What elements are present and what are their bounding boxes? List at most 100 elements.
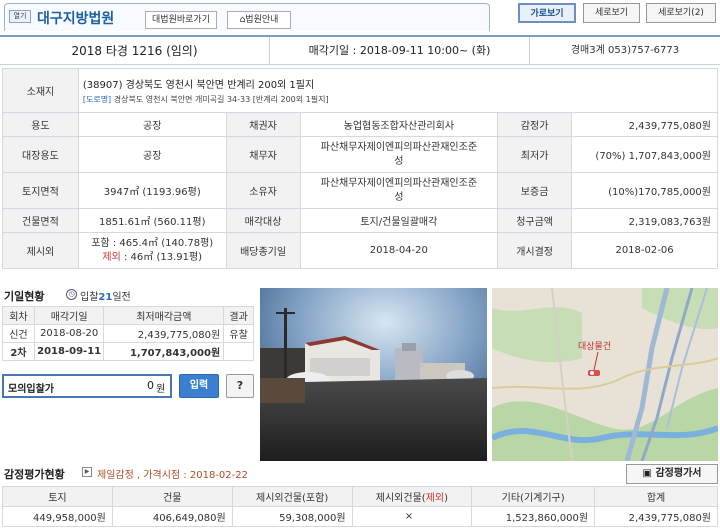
debtor-value: 파산채무자제이엔피의파산관재인조준성 [299, 136, 499, 173]
history-round: 신건 [2, 324, 35, 343]
view-badge[interactable]: 열기 [9, 10, 31, 23]
chevron-right-icon[interactable]: ▶ [82, 467, 92, 477]
tab-vertical-view[interactable]: 세로보기 [583, 3, 640, 23]
appraisal-excl-tag: 제외 [425, 493, 445, 504]
minimum-price-amount: 1,707,843,000원 [628, 151, 711, 162]
appraisal-machinery-value: 1,523,860,000원 [471, 506, 596, 527]
commencement-value: 2018-02-06 [571, 232, 718, 269]
history-amount: 1,707,843,000원 [103, 342, 225, 361]
location-address: (38907) 경상북도 영천시 북안면 반계리 200외 1필지 [82, 80, 315, 91]
extra-excluded: 제외 : 46㎡ (13.91평) [79, 251, 226, 265]
header: 열기 대구지방법원 대법원바로가기 ⌂법원안내 가로보기 세로보기 세로보기(2… [0, 0, 720, 32]
dday-suffix: 일전 [112, 292, 131, 303]
history-result: 유찰 [223, 324, 254, 343]
history-header-row: 회차 매각기일 최저매각금액 결과 [2, 306, 254, 325]
tab-horizontal-view[interactable]: 가로보기 [518, 3, 576, 23]
table-row: 2차 2018-09-11 1,707,843,000원 [2, 342, 254, 361]
appraisal-col-building: 건물 [111, 486, 233, 507]
property-photo-image [260, 288, 487, 461]
deposit-label: 보증금 [497, 172, 573, 209]
history-date: 2018-09-11 [33, 342, 105, 361]
appraisal-building-value: 406,649,080원 [111, 506, 233, 527]
court-brand-box: 열기 대구지방법원 대법원바로가기 ⌂법원안내 [4, 3, 490, 31]
location-map-image: 대상물건 [492, 288, 718, 461]
history-col-date: 매각기일 [33, 306, 105, 325]
appraisal-col-machinery: 기타(기계기구) [471, 486, 596, 507]
usage-value: 공장 [77, 112, 227, 137]
appraisal-land-value: 449,958,000원 [2, 506, 113, 527]
appraisal-col-total: 합계 [594, 486, 718, 507]
clock-icon: ◷ [66, 289, 77, 300]
building-area-label: 건물면적 [2, 208, 79, 233]
property-photo[interactable] [260, 288, 487, 461]
minimum-price-label: 최저가 [497, 136, 573, 173]
map-target-label: 대상물건 [578, 341, 611, 352]
tab-vertical-view-2[interactable]: 세로보기(2) [646, 3, 716, 23]
table-row: 신건 2018-08-20 2,439,775,080원 유찰 [2, 324, 254, 343]
appraisal-col-extra-incl: 제시외건물(포함) [231, 486, 353, 507]
court-guide-link[interactable]: ⌂법원안내 [227, 11, 291, 29]
location-map[interactable]: 대상물건 [492, 288, 718, 461]
dday-prefix: 입찰 [80, 292, 99, 303]
appraisal-price-label: 감정가 [497, 112, 573, 137]
land-area-label: 토지면적 [2, 172, 79, 209]
register-usage-value: 공장 [77, 136, 227, 173]
excluded-value: : 46㎡ (13.91평) [120, 251, 203, 263]
dividend-deadline-label: 배당종기일 [225, 232, 301, 269]
building-area-value: 1851.61㎡ (560.11평) [77, 208, 227, 233]
mock-bid-input[interactable]: 0 [74, 379, 154, 392]
appraisal-total-value: 2,439,775,080원 [594, 506, 718, 527]
mock-bid-unit: 원 [156, 384, 166, 395]
appraisal-price-value: 2,439,775,080원 [571, 112, 718, 137]
document-icon: ▣ [642, 468, 652, 479]
creditor-value: 농업협동조합자산관리회사 [299, 112, 499, 137]
extra-included: 포함 : 465.4㎡ (140.78평) [91, 237, 214, 249]
register-usage-label: 대장용도 [2, 136, 79, 173]
sale-target-label: 매각대상 [225, 208, 301, 233]
excluded-tag: 제외 [102, 251, 121, 263]
road-address: [도로명] 경상북도 영천시 북안면 개미곡길 34-33 [반계리 200외 … [79, 94, 717, 105]
deposit-value: (10%)170,785,000원 [571, 172, 718, 209]
dividend-deadline-value: 2018-04-20 [299, 232, 499, 269]
sale-target-value: 토지/건물일괄매각 [299, 208, 499, 233]
table-row: 토지면적 3947㎡ (1193.96평) 소유자 파산채무자제이엔피의파산관재… [2, 172, 718, 209]
history-round: 2차 [2, 342, 35, 361]
mock-bid-submit-button[interactable]: 입력 [179, 374, 219, 398]
owner-label: 소유자 [225, 172, 301, 209]
history-col-amount: 최저매각금액 [103, 306, 225, 325]
history-title: 기일현황 [4, 290, 45, 303]
table-row: 대장용도 공장 채무자 파산채무자제이엔피의파산관재인조준성 최저가 (70%)… [2, 136, 718, 173]
history-amount: 2,439,775,080원 [103, 324, 225, 343]
case-info-bar: 2018 타경 1216 (임의) 매각기일 : 2018-09-11 10:0… [0, 35, 720, 65]
owner-value: 파산채무자제이엔피의파산관재인조준성 [299, 172, 499, 209]
extra-value: 포함 : 465.4㎡ (140.78평) 제외 : 46㎡ (13.91평) [77, 232, 227, 269]
mock-bid-field[interactable]: 모의입찰가 0 원 [2, 374, 172, 398]
help-button[interactable]: ? [226, 374, 254, 398]
extra-label: 제시외 [2, 232, 79, 269]
location-cell: (38907) 경상북도 영천시 북안면 반계리 200외 1필지 [도로명] … [77, 68, 719, 113]
table-row: 용도 공장 채권자 농업협동조합자산관리회사 감정가 2,439,775,080… [2, 112, 718, 137]
appraisal-table: 토지 건물 제시외건물(포함) 제시외건물(제외) 기타(기계기구) 합계 44… [2, 486, 718, 527]
appraisal-report-button[interactable]: ▣ 감정평가서 [626, 464, 718, 484]
appraisal-title: 감정평가현황 [4, 468, 65, 481]
table-row: 건물면적 1851.61㎡ (560.11평) 매각대상 토지/건물일괄매각 청… [2, 208, 718, 233]
appraisal-header-row: 토지 건물 제시외건물(포함) 제시외건물(제외) 기타(기계기구) 합계 [2, 486, 718, 507]
history-date: 2018-08-20 [33, 324, 105, 343]
debtor-label: 채무자 [225, 136, 301, 173]
minimum-price-percent: (70%) [595, 151, 626, 162]
location-label: 소재지 [2, 68, 79, 113]
property-table: 소재지 (38907) 경상북도 영천시 북안면 반계리 200외 1필지 [도… [2, 68, 719, 269]
minimum-price-value: (70%) 1,707,843,000원 [571, 136, 718, 173]
table-row: 제시외 포함 : 465.4㎡ (140.78평) 제외 : 46㎡ (13.9… [2, 232, 718, 269]
creditor-label: 채권자 [225, 112, 301, 137]
appraisal-extra-excl-value: × [351, 506, 473, 527]
history-table: 회차 매각기일 최저매각금액 결과 신건 2018-08-20 2,439,77… [2, 306, 254, 361]
supreme-court-link[interactable]: 대법원바로가기 [145, 11, 217, 29]
land-area-value: 3947㎡ (1193.96평) [77, 172, 227, 209]
appraisal-subtitle: 제일감정 , 가격시점 : 2018-02-22 [97, 470, 248, 481]
commencement-label: 개시결정 [497, 232, 573, 269]
appraisal-col-extra-excl: 제시외건물(제외) [351, 486, 473, 507]
history-result [223, 342, 254, 361]
appraisal-col-land: 토지 [2, 486, 113, 507]
bid-dday: 입찰21일전 [80, 288, 131, 303]
